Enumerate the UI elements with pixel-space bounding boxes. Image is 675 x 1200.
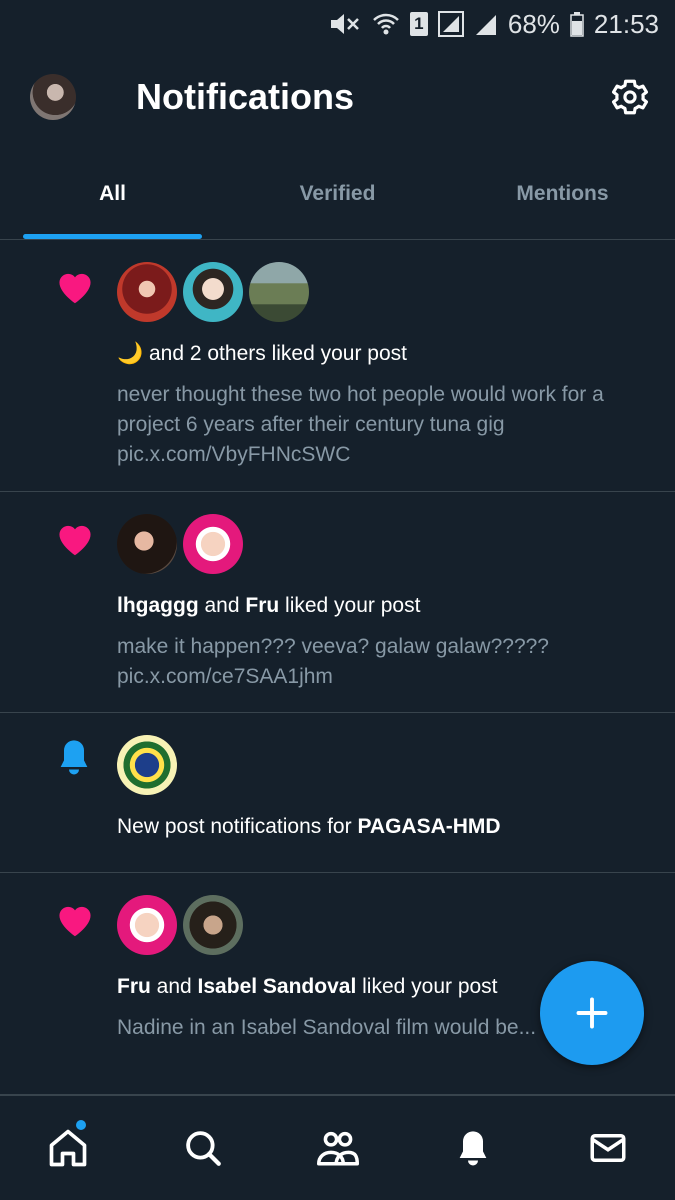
notification-text: 🌙 and 2 others liked your post — [117, 340, 655, 368]
wifi-icon — [372, 11, 400, 37]
actor-name[interactable]: Fru — [117, 975, 151, 998]
tab-mentions-label: Mentions — [516, 182, 609, 205]
bell-icon — [60, 740, 88, 775]
avatar[interactable] — [183, 262, 243, 322]
search-icon — [185, 1131, 221, 1166]
notification-text: New post notifications for PAGASA-HMD — [117, 813, 655, 841]
actor-avatars — [117, 873, 655, 955]
gear-icon[interactable] — [609, 76, 651, 118]
notification-item[interactable]: lhgaggg and Fru liked your post make it … — [0, 492, 675, 713]
actor-name: 🌙 — [117, 342, 144, 365]
nav-messages[interactable] — [540, 1096, 675, 1200]
actor-name[interactable]: Fru — [245, 594, 279, 617]
avatar[interactable] — [183, 514, 243, 574]
joiner-text: and — [150, 975, 198, 998]
notification-item[interactable]: New post notifications for PAGASA-HMD — [0, 713, 675, 873]
heart-icon — [59, 525, 91, 556]
header: Notifications — [0, 48, 675, 148]
actor-avatars — [117, 492, 655, 574]
avatar[interactable] — [117, 895, 177, 955]
heart-icon — [59, 273, 91, 304]
status-bar: 1 68% 21:53 — [0, 0, 675, 48]
signal-icon-2 — [474, 11, 498, 37]
nav-search[interactable] — [135, 1096, 270, 1200]
tab-bar: All Verified Mentions — [0, 148, 675, 240]
actor-name[interactable]: Isabel Sandoval — [198, 975, 357, 998]
tab-verified[interactable]: Verified — [225, 148, 450, 239]
tab-all-label: All — [99, 182, 126, 205]
tab-verified-label: Verified — [299, 182, 376, 205]
account-name[interactable]: PAGASA-HMD — [357, 815, 500, 838]
avatar[interactable] — [117, 262, 177, 322]
communities-icon — [316, 1131, 359, 1166]
compose-button[interactable] — [540, 961, 644, 1065]
notification-action: liked your post — [356, 975, 498, 998]
nav-home[interactable] — [0, 1096, 135, 1200]
page-title: Notifications — [136, 76, 355, 117]
sim-icon: 1 — [409, 12, 428, 36]
notification-prefix: New post notifications for — [117, 815, 358, 838]
bell-icon — [459, 1131, 486, 1166]
tab-mentions[interactable]: Mentions — [450, 148, 675, 239]
notification-action: liked your post — [279, 594, 421, 617]
avatar[interactable] — [249, 262, 309, 322]
signal-icon — [437, 11, 464, 37]
heart-icon — [59, 906, 91, 937]
notification-text: lhgaggg and Fru liked your post — [117, 592, 655, 620]
clock: 21:53 — [593, 8, 659, 39]
battery-percent: 68% — [507, 8, 560, 39]
post-snippet: make it happen??? veeva? galaw galaw????… — [117, 635, 549, 688]
mute-icon — [328, 11, 362, 37]
nav-communities[interactable] — [270, 1096, 405, 1200]
notification-action: and 2 others liked your post — [143, 342, 407, 365]
battery-icon — [570, 11, 584, 37]
actor-avatars — [117, 713, 655, 795]
mail-icon — [590, 1134, 625, 1162]
home-icon — [49, 1129, 86, 1167]
plus-icon — [576, 997, 608, 1029]
avatar[interactable] — [117, 735, 177, 795]
active-tab-indicator — [23, 234, 202, 239]
avatar[interactable] — [117, 514, 177, 574]
actor-avatars — [117, 240, 655, 322]
joiner-text: and — [198, 594, 246, 617]
notification-item[interactable]: 🌙 and 2 others liked your post never tho… — [0, 240, 675, 492]
post-snippet: never thought these two hot people would… — [117, 383, 604, 466]
tab-all[interactable]: All — [0, 148, 225, 239]
notification-dot — [76, 1120, 86, 1130]
profile-avatar[interactable] — [30, 74, 76, 120]
avatar[interactable] — [183, 895, 243, 955]
bottom-nav — [0, 1095, 675, 1200]
nav-notifications[interactable] — [405, 1096, 540, 1200]
actor-name[interactable]: lhgaggg — [117, 594, 199, 617]
